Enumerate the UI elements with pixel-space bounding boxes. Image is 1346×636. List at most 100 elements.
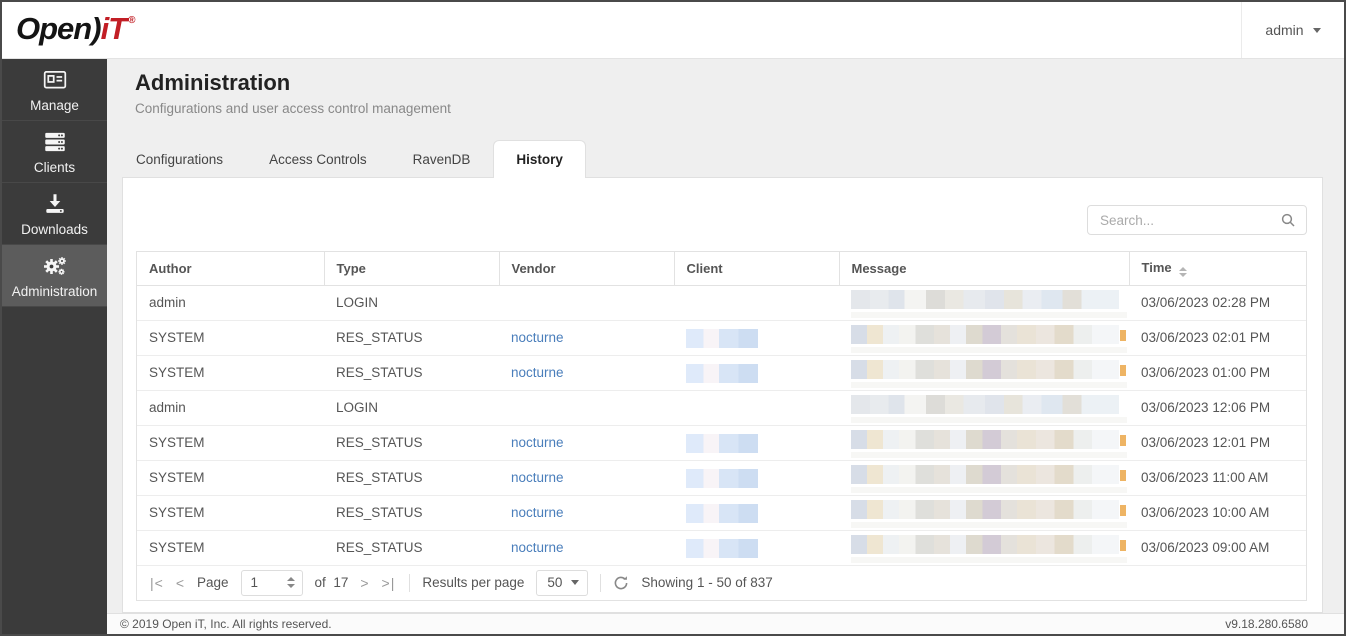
table-row[interactable]: SYSTEM RES_STATUS nocturne 03/06/2023 02… xyxy=(137,320,1306,355)
refresh-icon[interactable] xyxy=(613,575,629,591)
client-cell xyxy=(674,425,839,460)
vendor-cell: nocturne xyxy=(499,425,674,460)
search-input[interactable] xyxy=(1087,205,1307,235)
spinner-up-icon[interactable] xyxy=(287,577,295,581)
of-label: of 17 xyxy=(315,575,349,590)
clients-icon xyxy=(42,129,68,155)
vendor-link[interactable]: nocturne xyxy=(511,365,564,380)
manage-icon xyxy=(42,67,68,93)
vendor-link[interactable]: nocturne xyxy=(511,540,564,555)
column-header-message[interactable]: Message xyxy=(839,252,1129,285)
column-header-vendor[interactable]: Vendor xyxy=(499,252,674,285)
type-cell: LOGIN xyxy=(324,285,499,320)
tab-access-controls[interactable]: Access Controls xyxy=(246,140,390,178)
sidebar-item-clients[interactable]: Clients xyxy=(2,121,107,183)
user-menu[interactable]: admin xyxy=(1241,2,1344,58)
page-subtitle: Configurations and user access control m… xyxy=(135,101,451,116)
sidebar-item-label: Administration xyxy=(12,284,98,299)
vendor-link[interactable]: nocturne xyxy=(511,505,564,520)
client-cell xyxy=(674,495,839,530)
previous-page-button[interactable]: < xyxy=(176,575,185,591)
table-row[interactable]: SYSTEM RES_STATUS nocturne 03/06/2023 11… xyxy=(137,460,1306,495)
spinner-down-icon[interactable] xyxy=(287,584,295,588)
logo-accent: iT xyxy=(101,11,127,46)
time-cell: 03/06/2023 09:00 AM xyxy=(1129,530,1306,565)
author-cell: SYSTEM xyxy=(137,425,324,460)
logo-text: Open) xyxy=(16,11,101,46)
results-per-page-select[interactable]: 50 xyxy=(536,570,588,596)
table-row[interactable]: SYSTEM RES_STATUS nocturne 03/06/2023 10… xyxy=(137,495,1306,530)
message-cell xyxy=(839,530,1129,565)
tab-history[interactable]: History xyxy=(493,140,586,178)
top-bar: Open)iT® admin xyxy=(2,2,1344,59)
chevron-down-icon xyxy=(571,580,579,585)
type-cell: RES_STATUS xyxy=(324,495,499,530)
next-page-button[interactable]: > xyxy=(360,575,369,591)
vendor-cell: nocturne xyxy=(499,495,674,530)
table-row[interactable]: admin LOGIN 03/06/2023 02:28 PM xyxy=(137,285,1306,320)
pagination-bar: |< < Page of 17 > >| Results per page 50 xyxy=(137,566,1306,600)
time-cell: 03/06/2023 11:00 AM xyxy=(1129,460,1306,495)
brand-logo[interactable]: Open)iT® xyxy=(16,11,136,47)
search-icon xyxy=(1280,212,1296,233)
sidebar-item-downloads[interactable]: Downloads xyxy=(2,183,107,245)
column-header-author[interactable]: Author xyxy=(137,252,324,285)
time-cell: 03/06/2023 02:28 PM xyxy=(1129,285,1306,320)
message-cell xyxy=(839,390,1129,425)
type-cell: RES_STATUS xyxy=(324,320,499,355)
time-cell: 03/06/2023 01:00 PM xyxy=(1129,355,1306,390)
table-row[interactable]: admin LOGIN 03/06/2023 12:06 PM xyxy=(137,390,1306,425)
table-row[interactable]: SYSTEM RES_STATUS nocturne 03/06/2023 09… xyxy=(137,530,1306,565)
redacted-message-line2 xyxy=(851,522,1127,528)
tab-ravendb[interactable]: RavenDB xyxy=(390,140,494,178)
footer: © 2019 Open iT, Inc. All rights reserved… xyxy=(107,613,1344,634)
column-header-client[interactable]: Client xyxy=(674,252,839,285)
total-pages: 17 xyxy=(333,575,348,590)
page-label: Page xyxy=(197,575,229,590)
redacted-message-data xyxy=(851,290,1119,309)
sidebar-item-label: Manage xyxy=(30,98,79,113)
vendor-link[interactable]: nocturne xyxy=(511,330,564,345)
sidebar: Manage Clients Downloads xyxy=(2,59,107,634)
redacted-client-data xyxy=(686,469,758,488)
divider xyxy=(409,574,410,592)
redacted-message-line2 xyxy=(851,312,1127,318)
client-cell xyxy=(674,285,839,320)
author-cell: SYSTEM xyxy=(137,320,324,355)
vendor-cell xyxy=(499,285,674,320)
time-cell: 03/06/2023 02:01 PM xyxy=(1129,320,1306,355)
showing-results-text: Showing 1 - 50 of 837 xyxy=(641,575,772,590)
sidebar-item-administration[interactable]: Administration xyxy=(2,245,107,307)
author-cell: SYSTEM xyxy=(137,495,324,530)
page-number-input[interactable] xyxy=(242,575,287,590)
redacted-message-line2 xyxy=(851,347,1127,353)
author-cell: SYSTEM xyxy=(137,460,324,495)
page-title: Administration xyxy=(135,70,290,96)
results-per-page-value: 50 xyxy=(547,575,562,590)
redacted-message-line2 xyxy=(851,417,1127,423)
table-row[interactable]: SYSTEM RES_STATUS nocturne 03/06/2023 01… xyxy=(137,355,1306,390)
redacted-message-line2 xyxy=(851,487,1127,493)
last-page-button[interactable]: >| xyxy=(382,575,396,591)
first-page-button[interactable]: |< xyxy=(150,575,164,591)
client-cell xyxy=(674,320,839,355)
vendor-link[interactable]: nocturne xyxy=(511,435,564,450)
sidebar-item-manage[interactable]: Manage xyxy=(2,59,107,121)
redacted-message-data xyxy=(851,500,1119,519)
vendor-cell: nocturne xyxy=(499,460,674,495)
page-spinner[interactable] xyxy=(287,577,295,588)
column-header-type[interactable]: Type xyxy=(324,252,499,285)
column-header-time[interactable]: Time xyxy=(1129,252,1306,285)
divider xyxy=(600,574,601,592)
table-row[interactable]: SYSTEM RES_STATUS nocturne 03/06/2023 12… xyxy=(137,425,1306,460)
tab-configurations[interactable]: Configurations xyxy=(113,140,246,178)
redacted-message-line2 xyxy=(851,382,1127,388)
administration-icon xyxy=(42,253,68,279)
copyright-text: © 2019 Open iT, Inc. All rights reserved… xyxy=(120,617,332,631)
vendor-link[interactable]: nocturne xyxy=(511,470,564,485)
vendor-cell: nocturne xyxy=(499,320,674,355)
history-table: Author Type Vendor Client Message Time a… xyxy=(136,251,1307,601)
redacted-message-data xyxy=(851,465,1119,484)
type-cell: RES_STATUS xyxy=(324,460,499,495)
author-cell: admin xyxy=(137,285,324,320)
